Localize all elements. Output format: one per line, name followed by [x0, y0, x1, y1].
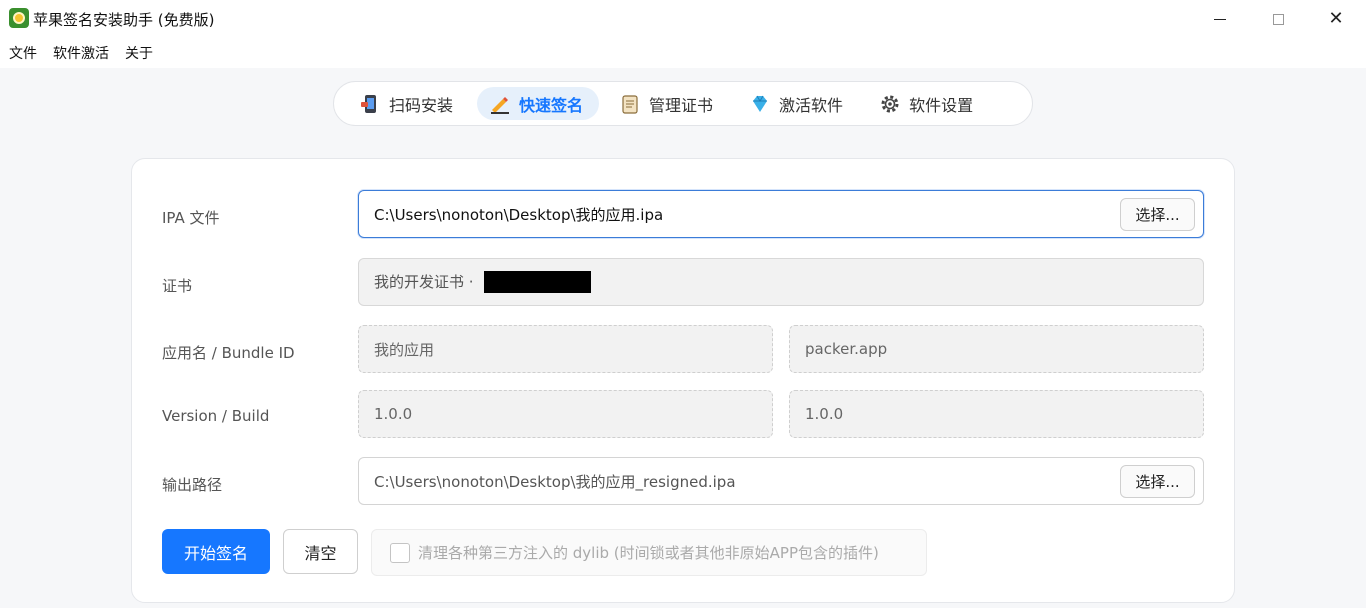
version-field[interactable]: 1.0.0	[358, 390, 773, 438]
start-sign-button[interactable]: 开始签名	[162, 529, 270, 574]
menu-bar: 文件 软件激活 关于	[0, 38, 1366, 68]
main-content: 扫码安装 快速签名 管理证书 激活软件 软件设置 IPA 文件 C:\Users…	[0, 68, 1366, 608]
tab-scan-install[interactable]: 扫码安装	[347, 87, 469, 120]
scroll-certificate-icon	[619, 93, 641, 115]
ipa-path-field[interactable]: C:\Users\nonoton\Desktop\我的应用.ipa 选择...	[358, 190, 1204, 238]
build-field[interactable]: 1.0.0	[789, 390, 1204, 438]
tab-activate-software[interactable]: 激活软件	[737, 87, 859, 120]
minimize-button[interactable]	[1191, 0, 1249, 38]
redacted-block	[484, 271, 592, 294]
build-value: 1.0.0	[805, 405, 844, 423]
version-label: Version / Build	[162, 407, 270, 425]
maximize-icon	[1272, 13, 1284, 25]
dylib-checkbox[interactable]	[390, 542, 410, 563]
dylib-option[interactable]: 清理各种第三方注入的 dylib (时间锁或者其他非原始APP包含的插件)	[371, 529, 927, 576]
app-name-value: 我的应用	[374, 340, 435, 359]
tab-software-settings[interactable]: 软件设置	[867, 87, 989, 120]
output-label: 输出路径	[162, 476, 223, 494]
tab-label: 快速签名	[519, 95, 584, 115]
ipa-choose-button[interactable]: 选择...	[1120, 198, 1195, 231]
clear-button[interactable]: 清空	[283, 529, 358, 574]
output-choose-button[interactable]: 选择...	[1120, 465, 1195, 498]
tab-manage-certificates[interactable]: 管理证书	[607, 87, 729, 120]
pen-sign-icon	[489, 93, 511, 115]
sign-form-card: IPA 文件 C:\Users\nonoton\Desktop\我的应用.ipa…	[131, 158, 1235, 603]
minimize-icon	[1214, 18, 1226, 20]
bundle-id-field[interactable]: packer.app	[789, 325, 1204, 373]
bundle-id-value: packer.app	[805, 340, 888, 358]
cert-label: 证书	[162, 277, 193, 295]
menu-about[interactable]: 关于	[117, 43, 161, 63]
cert-field[interactable]: 我的开发证书 ·	[358, 258, 1204, 306]
output-path-value: C:\Users\nonoton\Desktop\我的应用_resigned.i…	[374, 472, 736, 491]
appname-label: 应用名 / Bundle ID	[162, 344, 295, 362]
maximize-button[interactable]	[1249, 0, 1307, 38]
tab-quick-sign[interactable]: 快速签名	[477, 87, 600, 120]
tab-label: 软件设置	[909, 95, 974, 115]
phone-scan-icon	[359, 93, 381, 115]
menu-activate[interactable]: 软件激活	[45, 43, 117, 63]
app-logo-icon	[9, 8, 29, 28]
close-icon: ✕	[1328, 8, 1344, 29]
diamond-icon	[749, 93, 771, 115]
tab-label: 扫码安装	[389, 95, 454, 115]
close-button[interactable]: ✕	[1307, 0, 1365, 38]
tab-label: 管理证书	[649, 95, 714, 115]
version-value: 1.0.0	[374, 405, 413, 423]
tab-label: 激活软件	[779, 95, 844, 115]
title-bar: 苹果签名安装助手 (免费版) ✕	[0, 0, 1366, 38]
gear-icon	[879, 93, 901, 115]
ipa-label: IPA 文件	[162, 209, 220, 227]
output-path-field[interactable]: C:\Users\nonoton\Desktop\我的应用_resigned.i…	[358, 457, 1204, 505]
window-title: 苹果签名安装助手 (免费版)	[33, 11, 215, 29]
tab-bar: 扫码安装 快速签名 管理证书 激活软件 软件设置	[333, 81, 1033, 126]
app-name-field[interactable]: 我的应用	[358, 325, 773, 373]
menu-file[interactable]: 文件	[0, 43, 45, 63]
dylib-option-label: 清理各种第三方注入的 dylib (时间锁或者其他非原始APP包含的插件)	[418, 544, 879, 562]
cert-value: 我的开发证书 ·	[374, 272, 479, 291]
ipa-path-value: C:\Users\nonoton\Desktop\我的应用.ipa	[374, 205, 664, 224]
